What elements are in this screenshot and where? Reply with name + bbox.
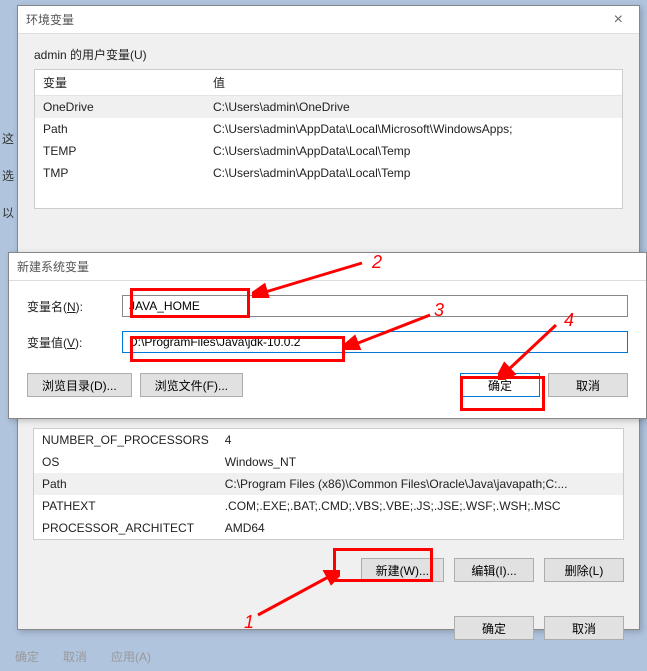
table-row[interactable]: PATHEXT.COM;.EXE;.BAT;.CMD;.VBS;.VBE;.JS…	[34, 495, 623, 517]
var-name-row: 变量名(N):	[27, 295, 628, 317]
table-row[interactable]: TEMPC:\Users\admin\AppData\Local\Temp	[35, 140, 622, 162]
table-row[interactable]: NUMBER_OF_PROCESSORS4	[34, 429, 623, 451]
background-text: 这 选 以	[0, 130, 15, 241]
user-vars-label: admin 的用户变量(U)	[34, 46, 623, 63]
var-name-input[interactable]	[122, 295, 628, 317]
env-cancel-button[interactable]: 取消	[544, 616, 624, 640]
env-dialog-title: 环境变量	[26, 11, 74, 28]
bg-ok-button[interactable]: 确定	[15, 648, 39, 668]
browse-file-button[interactable]: 浏览文件(F)...	[140, 373, 243, 397]
env-dialog-buttons: 确定 取消	[33, 616, 624, 640]
sys-vars-table-wrap: NUMBER_OF_PROCESSORS4 OSWindows_NT PathC…	[33, 428, 624, 540]
var-name-label: 变量名(N):	[27, 298, 122, 315]
env-ok-button[interactable]: 确定	[454, 616, 534, 640]
close-icon[interactable]: ×	[606, 11, 631, 29]
table-row[interactable]: OneDriveC:\Users\admin\OneDrive	[35, 96, 622, 119]
bg-cancel-button[interactable]: 取消	[63, 648, 87, 668]
sys-vars-buttons: 新建(W)... 编辑(I)... 删除(L)	[33, 558, 624, 582]
table-row[interactable]: TMPC:\Users\admin\AppData\Local\Temp	[35, 162, 622, 184]
newvar-ok-button[interactable]: 确定	[460, 373, 540, 397]
new-sysvar-dialog: 新建系统变量 变量名(N): 变量值(V): 浏览目录(D)... 浏览文件(F…	[8, 252, 647, 419]
newvar-titlebar: 新建系统变量	[9, 253, 646, 281]
var-value-row: 变量值(V):	[27, 331, 628, 353]
col-header-val[interactable]: 值	[205, 70, 622, 96]
background-bottom-buttons: 确定 取消 应用(A)	[3, 648, 243, 668]
user-vars-table[interactable]: 变量 值 OneDriveC:\Users\admin\OneDrive Pat…	[35, 70, 622, 184]
newvar-title: 新建系统变量	[17, 258, 89, 275]
user-vars-group: admin 的用户变量(U) 变量 值 OneDriveC:\Users\adm…	[34, 46, 623, 209]
env-dialog-titlebar: 环境变量 ×	[18, 6, 639, 34]
bg-apply-button[interactable]: 应用(A)	[111, 648, 151, 668]
table-row[interactable]: PathC:\Users\admin\AppData\Local\Microso…	[35, 118, 622, 140]
table-row[interactable]: PROCESSOR_ARCHITECTAMD64	[34, 517, 623, 539]
var-value-input[interactable]	[122, 331, 628, 353]
browse-dir-button[interactable]: 浏览目录(D)...	[27, 373, 132, 397]
sys-vars-table[interactable]: NUMBER_OF_PROCESSORS4 OSWindows_NT PathC…	[34, 429, 623, 539]
table-row[interactable]: PathC:\Program Files (x86)\Common Files\…	[34, 473, 623, 495]
new-sysvar-button[interactable]: 新建(W)...	[361, 558, 444, 582]
user-vars-table-wrap: 变量 值 OneDriveC:\Users\admin\OneDrive Pat…	[34, 69, 623, 209]
newvar-buttons: 浏览目录(D)... 浏览文件(F)... 确定 取消	[27, 373, 628, 397]
table-row[interactable]: OSWindows_NT	[34, 451, 623, 473]
col-header-var[interactable]: 变量	[35, 70, 205, 96]
edit-sysvar-button[interactable]: 编辑(I)...	[454, 558, 534, 582]
newvar-cancel-button[interactable]: 取消	[548, 373, 628, 397]
delete-sysvar-button[interactable]: 删除(L)	[544, 558, 624, 582]
var-value-label: 变量值(V):	[27, 334, 122, 351]
